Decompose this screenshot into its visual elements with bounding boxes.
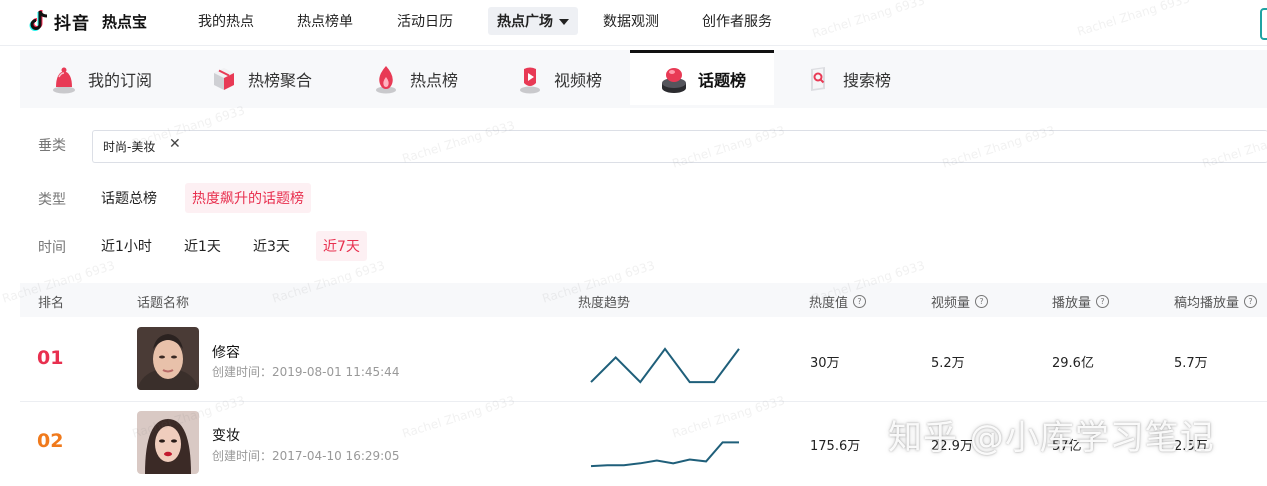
face-portrait-image [137, 327, 199, 390]
douyin-logo-icon [29, 10, 48, 31]
tab-hotlist-aggregate[interactable]: 热榜聚合 [210, 50, 312, 108]
table-header: 排名 话题名称 热度趋势 热度值? 视频量? 播放量? 稿均播放量? [20, 283, 1267, 317]
tab-video-list[interactable]: 视频榜 [516, 50, 602, 108]
topic-name[interactable]: 变妆 [212, 425, 240, 445]
header-heat-trend: 热度趋势 [578, 296, 631, 311]
tab-search-list[interactable]: 搜索榜 [805, 50, 891, 108]
tab-label: 热榜聚合 [248, 71, 313, 90]
tab-topic-list[interactable]: 话题榜 [630, 50, 774, 105]
header-video-count: 视频量? [931, 292, 989, 311]
time-option-1h[interactable]: 近1小时 [94, 231, 159, 261]
top-navigation: 抖音 热点宝 我的热点 热点榜单 活动日历 热点广场 数据观测 创作者服务 [0, 0, 1267, 46]
type-option-total[interactable]: 话题总榜 [94, 183, 164, 213]
header-avg-plays-label: 稿均播放量 [1174, 296, 1240, 311]
header-topic-name: 话题名称 [137, 296, 190, 311]
video-count: 5.2万 [931, 356, 965, 371]
topic-created-time: 创建时间：2019-08-01 11:45:44 [212, 365, 400, 379]
tab-label: 视频榜 [554, 71, 603, 90]
header-avg-plays: 稿均播放量? [1174, 292, 1258, 311]
header-play-count-label: 播放量 [1052, 296, 1092, 311]
flame-icon [376, 66, 396, 94]
type-option-rising[interactable]: 热度飙升的话题榜 [185, 183, 311, 213]
chevron-down-icon [559, 19, 569, 25]
nav-creator-services[interactable]: 创作者服务 [702, 11, 772, 31]
help-icon[interactable]: ? [1244, 295, 1258, 308]
rank-number: 02 [37, 430, 64, 452]
tab-label: 话题榜 [698, 71, 747, 90]
type-filter-label: 类型 [38, 192, 66, 208]
tab-label: 搜索榜 [843, 71, 892, 90]
video-icon [520, 67, 540, 94]
play-count: 29.6亿 [1052, 356, 1094, 371]
header-play-count: 播放量? [1052, 292, 1110, 311]
help-icon[interactable]: ? [975, 295, 989, 308]
time-option-3d[interactable]: 近3天 [246, 231, 297, 261]
nav-hotspot-square-label: 热点广场 [497, 14, 553, 30]
help-icon[interactable]: ? [853, 295, 867, 308]
ranking-tabs: 我的订阅 热榜聚合 热点榜 视频榜 话题榜 搜索榜 [20, 50, 1267, 108]
topic-created-time: 创建时间：2017-04-10 16:29:05 [212, 449, 400, 463]
topic-thumbnail[interactable] [137, 327, 199, 390]
edge-button[interactable] [1260, 8, 1267, 40]
time-filter-label: 时间 [38, 240, 66, 256]
brand-name: 抖音 [54, 13, 90, 34]
help-icon[interactable]: ? [1096, 295, 1110, 308]
nav-hot-lists[interactable]: 热点榜单 [297, 11, 353, 31]
brand-logo[interactable]: 抖音 热点宝 [28, 8, 147, 34]
time-option-7d[interactable]: 近7天 [316, 231, 367, 261]
search-book-icon [811, 67, 825, 91]
product-name: 热点宝 [102, 12, 148, 31]
cube-icon [214, 68, 234, 90]
zhihu-overlay-watermark: 知乎 @小库学习笔记 [888, 418, 1215, 458]
nav-data-observation[interactable]: 数据观测 [603, 11, 659, 31]
sparkline-path [590, 441, 739, 468]
sparkline-path [590, 347, 740, 384]
topic-button-icon [662, 68, 686, 93]
bell-icon [53, 67, 75, 94]
topic-name[interactable]: 修容 [212, 342, 240, 362]
tab-hotspot-list[interactable]: 热点榜 [372, 50, 458, 108]
header-video-count-label: 视频量 [931, 296, 971, 311]
nav-activity-calendar[interactable]: 活动日历 [397, 11, 453, 31]
tab-label: 我的订阅 [88, 71, 153, 90]
tab-label: 热点榜 [410, 71, 459, 90]
nav-my-hotspots[interactable]: 我的热点 [198, 11, 254, 31]
vertical-filter-label: 垂类 [38, 138, 66, 154]
heat-value: 175.6万 [810, 439, 861, 454]
nav-hotspot-square[interactable]: 热点广场 [488, 7, 578, 35]
header-rank: 排名 [38, 296, 65, 311]
avg-play-count: 5.7万 [1174, 356, 1208, 371]
table-row[interactable]: 01 修容 创建时间：2019-08-01 11:45:44 30万 5.2万 … [20, 317, 1267, 401]
tab-my-subscriptions[interactable]: 我的订阅 [50, 50, 152, 108]
heat-value: 30万 [810, 356, 840, 371]
heat-trend-sparkline [590, 441, 739, 468]
rank-number: 01 [37, 347, 64, 369]
heat-trend-sparkline [590, 347, 740, 384]
time-option-1d[interactable]: 近1天 [177, 231, 228, 261]
